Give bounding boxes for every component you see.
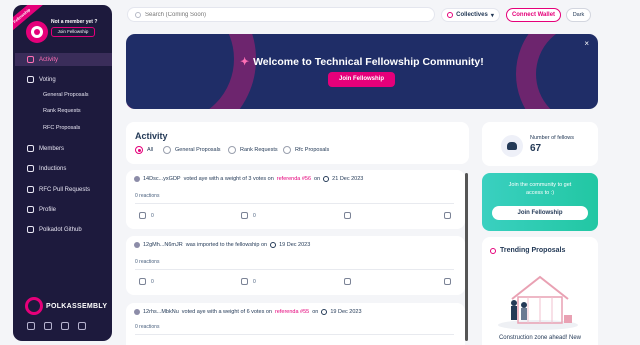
trending-title: Trending Proposals bbox=[490, 247, 565, 254]
users-icon bbox=[27, 145, 34, 152]
trending-icon bbox=[490, 247, 496, 254]
trending-proposals-card: Trending Proposals Construction zone ahe… bbox=[482, 237, 598, 345]
ballot-icon bbox=[27, 76, 34, 83]
sidebar-item-activity[interactable]: Activity bbox=[15, 53, 112, 66]
collectives-icon bbox=[447, 12, 454, 18]
user-avatar-icon bbox=[134, 242, 140, 248]
theme-toggle-button[interactable]: Dark bbox=[566, 8, 591, 22]
filter-all[interactable]: All bbox=[135, 146, 153, 154]
activity-title: Activity bbox=[135, 131, 168, 141]
share-button[interactable] bbox=[444, 212, 451, 219]
referenda-link[interactable]: referenda #56 bbox=[277, 176, 311, 182]
activity-text: 14Dsc...yxGDP voted aye with a weight of… bbox=[134, 176, 363, 182]
filter-rank-requests[interactable]: Rank Requests bbox=[228, 146, 278, 154]
like-button[interactable]: 0 bbox=[139, 212, 154, 219]
like-button[interactable]: 0 bbox=[139, 278, 154, 285]
activity-item: 14Dsc...yxGDP voted aye with a weight of… bbox=[126, 170, 465, 229]
discord-icon[interactable] bbox=[44, 322, 52, 330]
fellows-count-card: Number of fellows 67 bbox=[482, 122, 598, 166]
home-icon bbox=[27, 56, 34, 63]
filter-general-proposals[interactable]: General Proposals bbox=[163, 146, 221, 154]
activity-item: 12rhs...MbkNu voted aye with a weight of… bbox=[126, 303, 465, 345]
inductions-icon bbox=[27, 165, 34, 172]
bookmark-icon bbox=[344, 212, 351, 219]
sidebar-subitem-rank-requests[interactable]: Rank Requests bbox=[43, 108, 81, 114]
profile-icon bbox=[27, 206, 34, 213]
filter-rfc-proposals[interactable]: Rfc Proposals bbox=[283, 146, 329, 154]
bookmark-icon bbox=[344, 278, 351, 285]
activity-text: 12rhs...MbkNu voted aye with a weight of… bbox=[134, 309, 362, 315]
globe-icon[interactable] bbox=[78, 322, 86, 330]
dislike-icon bbox=[241, 278, 248, 285]
chevron-down-icon: ▾ bbox=[490, 12, 494, 19]
search-bar[interactable] bbox=[127, 7, 435, 22]
clock-icon bbox=[270, 242, 277, 248]
github-icon bbox=[27, 226, 34, 233]
send-icon bbox=[444, 212, 451, 219]
sidebar-item-rfc-pull-requests[interactable]: RFC Pull Requests bbox=[27, 186, 90, 193]
search-input[interactable] bbox=[145, 11, 385, 18]
fellows-count: 67 bbox=[530, 143, 542, 154]
pull-request-icon bbox=[27, 186, 34, 193]
send-icon bbox=[444, 278, 451, 285]
user-avatar-icon bbox=[134, 176, 140, 182]
share-button[interactable] bbox=[444, 278, 451, 285]
like-icon bbox=[139, 212, 146, 219]
member-question: Not a member yet ? bbox=[51, 19, 98, 25]
join-community-text: Join the community to get access to :) bbox=[508, 182, 572, 196]
construction-illustration bbox=[498, 275, 578, 330]
social-links bbox=[27, 322, 86, 330]
like-icon bbox=[139, 278, 146, 285]
users-icon bbox=[501, 135, 523, 157]
clock-icon bbox=[321, 309, 328, 315]
sidebar-subitem-rfc-proposals[interactable]: RFC Proposals bbox=[43, 125, 80, 131]
feed-scrollbar[interactable] bbox=[465, 173, 468, 341]
telegram-icon[interactable] bbox=[61, 322, 69, 330]
dislike-button[interactable]: 0 bbox=[241, 278, 256, 285]
welcome-banner: ✦ Welcome to Technical Fellowship Communi… bbox=[126, 34, 598, 109]
reactions-count: 0 reactions bbox=[135, 324, 160, 330]
sidebar-item-inductions[interactable]: Inductions bbox=[27, 165, 66, 172]
join-fellowship-card-button[interactable]: Join Fellowship bbox=[492, 206, 588, 220]
polkassembly-logo[interactable]: POLKASSEMBLY bbox=[25, 297, 107, 315]
sidebar-item-polkadot-github[interactable]: Polkadot Github bbox=[27, 226, 82, 233]
sidebar-item-profile[interactable]: Profile bbox=[27, 206, 56, 213]
activity-item: 12gMh...N6mJR was imported to the fellow… bbox=[126, 236, 465, 295]
dislike-button[interactable]: 0 bbox=[241, 212, 256, 219]
reactions-count: 0 reactions bbox=[135, 193, 160, 199]
trending-footer-text: Construction zone ahead! New bbox=[498, 335, 582, 341]
activity-text: 12gMh...N6mJR was imported to the fellow… bbox=[134, 242, 310, 248]
reactions-count: 0 reactions bbox=[135, 259, 160, 265]
search-icon bbox=[135, 11, 141, 18]
user-avatar-icon bbox=[134, 309, 140, 315]
fellows-label: Number of fellows bbox=[530, 135, 575, 141]
activity-filter-card: Activity All General Proposals Rank Requ… bbox=[126, 122, 469, 164]
sidebar: Fellowship Not a member yet ? Join Fello… bbox=[13, 5, 112, 341]
bookmark-button[interactable] bbox=[344, 278, 351, 285]
banner-join-fellowship-button[interactable]: Join Fellowship bbox=[328, 72, 395, 87]
twitter-icon[interactable] bbox=[27, 322, 35, 330]
avatar[interactable] bbox=[26, 21, 48, 43]
clock-icon bbox=[323, 176, 330, 182]
banner-title: ✦ Welcome to Technical Fellowship Communi… bbox=[240, 56, 484, 68]
collectives-dropdown[interactable]: Collectives ▾ bbox=[441, 8, 500, 22]
sidebar-item-voting[interactable]: Voting bbox=[27, 76, 56, 83]
close-icon[interactable]: × bbox=[584, 39, 589, 48]
join-fellowship-button[interactable]: Join Fellowship bbox=[51, 27, 95, 37]
bookmark-button[interactable] bbox=[344, 212, 351, 219]
referenda-link[interactable]: referenda #55 bbox=[275, 309, 309, 315]
sidebar-item-members[interactable]: Members bbox=[27, 145, 64, 152]
polkassembly-icon bbox=[25, 297, 43, 315]
dislike-icon bbox=[241, 212, 248, 219]
sidebar-subitem-general-proposals[interactable]: General Proposals bbox=[43, 92, 89, 98]
connect-wallet-button[interactable]: Connect Wallet bbox=[506, 8, 561, 22]
sparkle-icon: ✦ bbox=[240, 56, 250, 68]
join-community-card: Join the community to get access to :) Jo… bbox=[482, 173, 598, 231]
